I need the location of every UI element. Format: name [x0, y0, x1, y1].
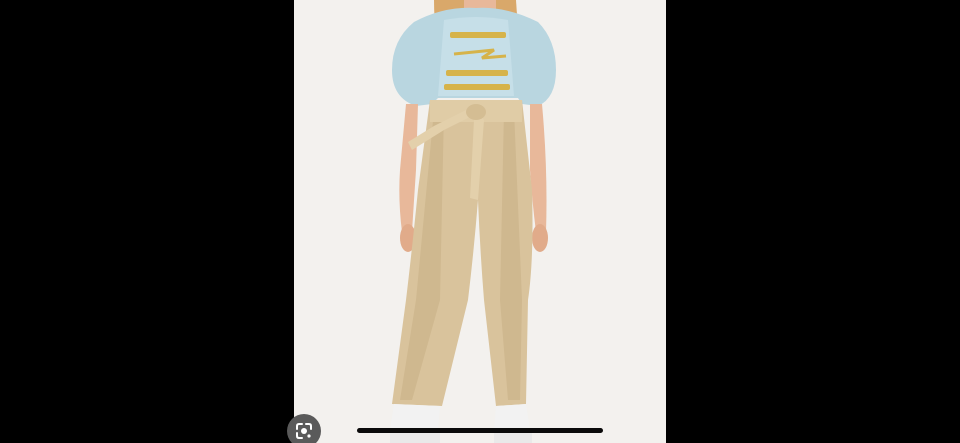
left-shoe	[390, 404, 440, 430]
image-viewer-screen	[0, 0, 960, 443]
home-indicator-bar[interactable]	[357, 428, 603, 433]
model-illustration	[294, 0, 666, 443]
google-lens-icon	[296, 423, 312, 439]
google-lens-button[interactable]	[287, 414, 321, 443]
product-photo[interactable]	[294, 0, 666, 443]
